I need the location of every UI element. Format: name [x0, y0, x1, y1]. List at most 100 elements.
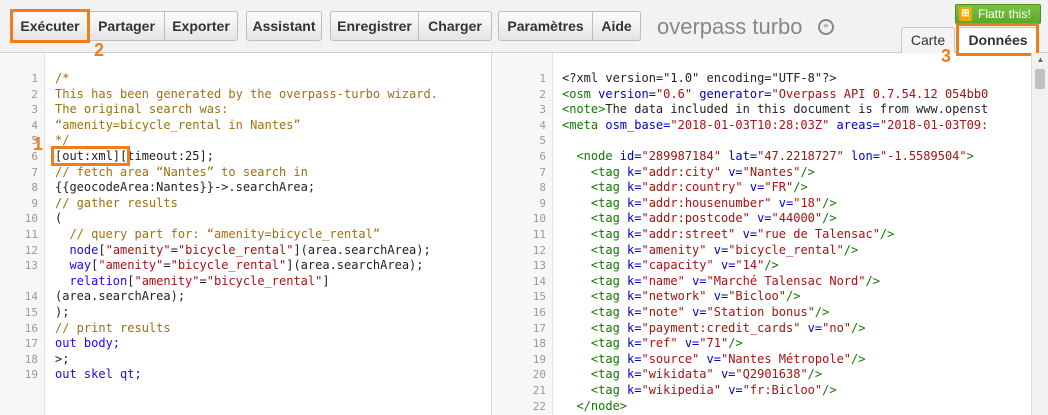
- code-token: "0.6": [655, 86, 693, 101]
- code-token: v=: [735, 227, 758, 241]
- line-number: 16: [532, 306, 546, 319]
- code-token: v=: [713, 367, 736, 382]
- code-line: <node id="289987184" lat="47.2218727" lo…: [562, 149, 974, 163]
- line-number: 12: [532, 243, 546, 257]
- line-number: 19: [24, 368, 38, 382]
- line-number: 9: [539, 196, 546, 210]
- code-token: way: [55, 258, 92, 273]
- code-line: {{geocodeArea:Nantes}}->.searchArea;: [55, 180, 315, 194]
- code-token: v=: [749, 211, 772, 226]
- code-token: <tag: [562, 211, 620, 226]
- share-button[interactable]: Partager: [88, 11, 165, 41]
- code-token: "amenity": [134, 273, 200, 288]
- code-token: "wikipedia": [641, 383, 721, 397]
- save-button[interactable]: Enregistrer: [330, 11, 419, 41]
- data-scrollbar[interactable]: ▲: [1031, 53, 1048, 415]
- code-token: />: [786, 289, 801, 304]
- code-token: out body;: [55, 336, 121, 351]
- wizard-button[interactable]: Assistant: [246, 11, 322, 41]
- code-line: This has been generated by the overpass-…: [55, 87, 438, 101]
- code-token: >: [966, 149, 974, 163]
- settings-button[interactable]: Paramètres: [498, 11, 593, 41]
- code-line: <tag k="name" v="Marché Talensac Nord"/>: [562, 274, 880, 288]
- code-token: />: [807, 367, 823, 382]
- load-button[interactable]: Charger: [419, 11, 492, 41]
- code-token: />: [822, 211, 837, 226]
- code-token: "addr:country": [641, 180, 743, 195]
- code-token: />: [764, 258, 779, 273]
- code-token: "Q2901638": [735, 367, 808, 382]
- code-line: // fetch area “Nantes” to search in: [55, 165, 308, 179]
- code-token: "bicycle_rental": [177, 242, 294, 257]
- code-token: "bicycle_rental": [206, 273, 323, 288]
- code-token: // gather results: [55, 195, 178, 210]
- code-line: <tag k="addr:street" v="rue de Talensac"…: [562, 227, 894, 241]
- code-token: v=: [742, 180, 765, 195]
- line-number: 17: [24, 337, 38, 351]
- code-token: The data included in this document is fr…: [605, 102, 989, 117]
- code-line: The original search was:: [55, 102, 228, 116]
- code-token: "name": [641, 273, 685, 288]
- code-token: k=: [619, 305, 642, 319]
- code-token: "Overpass API 0.7.54.12 054bb0: [771, 86, 989, 101]
- code-token: "addr:postcode": [641, 211, 750, 226]
- flattr-label: Flattr this!: [978, 7, 1031, 21]
- code-token: "71": [699, 336, 729, 351]
- code-line: <osm version="0.6" generator="Overpass A…: [562, 87, 988, 101]
- line-number: 11: [532, 228, 546, 241]
- code-token: "Nantes Métropole": [720, 351, 852, 366]
- code-token: />: [822, 383, 837, 397]
- code-token: id=: [612, 149, 642, 163]
- code-token: node: [55, 242, 99, 257]
- line-number: 2: [31, 87, 38, 101]
- code-line: <tag k="wikidata" v="Q2901638"/>: [562, 367, 822, 381]
- code-token: "wikidata": [641, 367, 714, 382]
- flattr-button[interactable]: ⊞ Flattr this!: [955, 4, 1041, 24]
- code-token: <tag: [562, 320, 620, 335]
- code-token: v=: [800, 320, 823, 335]
- code-token: v=: [713, 258, 736, 273]
- line-number: 9: [31, 196, 38, 210]
- code-token: "bicycle_rental": [170, 258, 287, 273]
- code-line: <meta osm_base="2018-01-03T10:28:03Z" ar…: [562, 118, 988, 132]
- code-token: // query part for: “amenity=bicycle_rent…: [55, 227, 381, 241]
- code-token: osm_base=: [598, 117, 671, 132]
- code-token: v=: [684, 305, 707, 319]
- line-number: 20: [532, 368, 546, 382]
- code-token: />: [814, 305, 830, 319]
- line-number: 7: [31, 165, 38, 179]
- line-number: 3: [31, 103, 38, 117]
- code-token: "payment:credit_cards": [641, 320, 801, 335]
- code-token: "note": [641, 305, 685, 319]
- code-token: v=: [706, 242, 729, 257]
- code-line: <tag k="amenity" v="bicycle_rental"/>: [562, 243, 858, 257]
- line-number: 14: [532, 274, 546, 288]
- line-number: 15: [532, 290, 546, 304]
- code-token: {{geocodeArea:Nantes}}: [55, 180, 214, 195]
- code-line: <tag k="ref" v="71"/>: [562, 336, 743, 350]
- flattr-icon: ⊞: [959, 7, 972, 21]
- code-token: "no": [822, 320, 852, 335]
- export-button[interactable]: Exporter: [165, 11, 238, 41]
- code-token: k=: [619, 180, 642, 195]
- scrollbar-thumb[interactable]: [1035, 69, 1045, 89]
- scroll-up-icon[interactable]: ▲: [1032, 53, 1048, 67]
- line-number: 16: [24, 321, 38, 335]
- code-token: relation: [55, 273, 128, 288]
- code-token: k=: [619, 273, 642, 288]
- code-line: </node>: [562, 399, 627, 413]
- code-token: v=: [720, 164, 743, 179]
- code-line: (area.searchArea);: [55, 289, 185, 303]
- line-number: 7: [539, 165, 546, 179]
- line-number: 18: [24, 352, 38, 366]
- code-token: />: [800, 164, 815, 179]
- code-line: <?xml version="1.0" encoding="UTF-8"?>: [562, 71, 837, 85]
- code-token: [timeout:25];: [120, 149, 214, 163]
- code-line: out skel qt;: [55, 367, 142, 381]
- code-line: // gather results: [55, 196, 178, 210]
- help-button[interactable]: Aide: [593, 11, 641, 41]
- query-editor[interactable]: 1 2 3 4 5 6 7 8 9 10 11 12 13 14 15 16 17 18 19 /* This has…: [0, 53, 491, 415]
- code-token: "addr:housenumber": [641, 195, 772, 210]
- code-token: k=: [619, 336, 642, 351]
- code-token: lon=: [843, 149, 880, 163]
